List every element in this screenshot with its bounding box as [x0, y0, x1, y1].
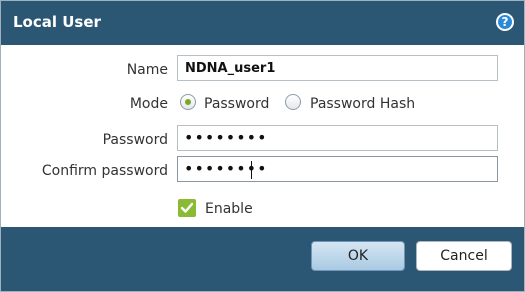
mode-option-password-hash-label[interactable]: Password Hash — [310, 96, 415, 112]
dialog-title: Local User — [13, 13, 101, 31]
cancel-button[interactable]: Cancel — [416, 241, 512, 271]
enable-row: Enable — [1, 199, 524, 229]
mode-radio-password-hash[interactable] — [285, 94, 301, 110]
name-value: NDNA_user1 — [185, 61, 276, 76]
dialog-body: Name NDNA_user1 Mode Password Password H… — [1, 45, 524, 227]
enable-label[interactable]: Enable — [205, 201, 253, 217]
confirm-password-row: Confirm password •••••••• — [1, 156, 524, 186]
mode-label: Mode — [129, 96, 168, 112]
dialog-footer: OK Cancel — [1, 227, 524, 291]
password-label: Password — [102, 132, 168, 148]
name-field[interactable]: NDNA_user1 — [177, 55, 498, 81]
password-field[interactable]: •••••••• — [177, 125, 498, 151]
ok-button[interactable]: OK — [311, 241, 405, 271]
name-row: Name NDNA_user1 — [1, 55, 524, 85]
text-caret — [251, 161, 252, 179]
mode-row: Mode Password Password Hash — [1, 89, 524, 119]
radio-selected-dot — [185, 99, 191, 105]
confirm-password-label: Confirm password — [41, 163, 168, 179]
enable-checkbox[interactable] — [178, 199, 196, 217]
local-user-dialog: Local User ? Name NDNA_user1 Mode Passwo… — [0, 0, 525, 292]
checkmark-icon — [180, 202, 194, 213]
dialog-titlebar: Local User ? — [1, 1, 524, 45]
mode-radio-password[interactable] — [180, 94, 196, 110]
password-row: Password •••••••• — [1, 125, 524, 155]
help-icon[interactable]: ? — [496, 13, 514, 31]
confirm-password-masked-value: •••••••• — [184, 159, 268, 178]
name-label: Name — [126, 62, 168, 78]
confirm-password-field[interactable]: •••••••• — [177, 156, 498, 182]
password-masked-value: •••••••• — [184, 128, 268, 147]
mode-option-password-label[interactable]: Password — [204, 96, 269, 112]
